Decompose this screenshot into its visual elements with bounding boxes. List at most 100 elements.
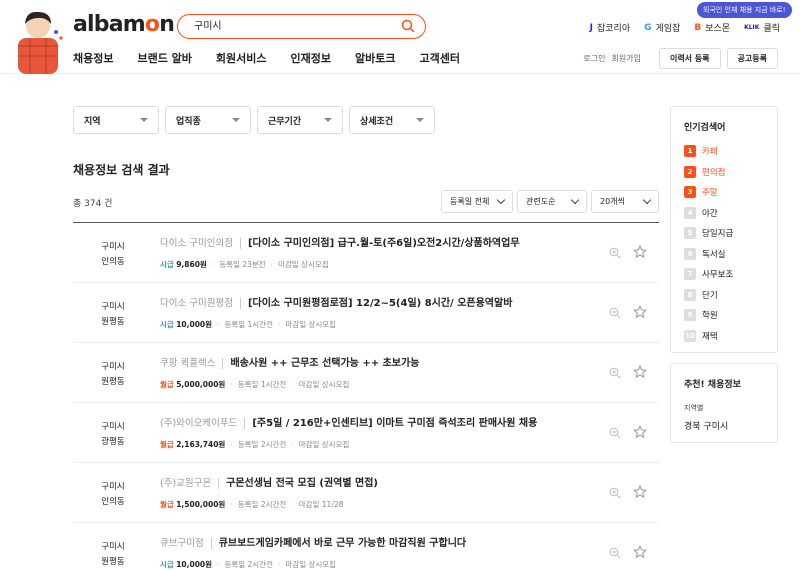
main-nav: 채용정보 브랜드 알바 회원서비스 인재정보 알바토크 고객센터 bbox=[73, 50, 484, 66]
search-icon[interactable] bbox=[401, 19, 415, 33]
popular-keyword[interactable]: 9 학원 bbox=[684, 309, 718, 321]
keyword-label: 당일지급 bbox=[702, 229, 734, 239]
partner-klik[interactable]: KLIK 클릭 bbox=[744, 21, 780, 34]
deadline: 마감일 상시모집 bbox=[298, 440, 350, 449]
partner-bossmon[interactable]: B 보스몬 bbox=[694, 21, 730, 35]
chevron-down-icon bbox=[570, 195, 580, 205]
rank-badge: 6 bbox=[684, 247, 696, 260]
sort-date-select[interactable]: 등록일 전체 bbox=[441, 190, 513, 213]
job-row[interactable]: 구미시 원평동 다이소 구미원평점 [다이소 구미원평점로점] 12/2~5(4일… bbox=[73, 283, 659, 343]
header: albamon 채용정보 브랜드 알바 회원서비스 인재정보 알바토크 고객센터… bbox=[0, 0, 800, 74]
signup-link[interactable]: 회원가입 bbox=[612, 53, 641, 64]
zoom-preview-icon[interactable] bbox=[609, 367, 621, 379]
job-company[interactable]: (주)와이오케이푸드 bbox=[160, 418, 246, 429]
nav-jobs[interactable]: 채용정보 bbox=[73, 50, 113, 66]
partner-jobkorea[interactable]: J 잡코리아 bbox=[589, 21, 630, 35]
zoom-preview-icon[interactable] bbox=[609, 307, 621, 319]
filter-period[interactable]: 근무기간 bbox=[257, 106, 343, 134]
keyword-label: 카페 bbox=[702, 147, 718, 157]
popular-keyword[interactable]: 10 재택 bbox=[684, 329, 718, 342]
promo-badge[interactable]: 외국인 인재 채용 지금 바로! bbox=[697, 2, 792, 18]
page-size-select[interactable]: 20개씩 bbox=[591, 190, 659, 213]
recommend-title: 추천! 채용정보 bbox=[684, 380, 741, 390]
filter-detail[interactable]: 상세조건 bbox=[349, 106, 435, 134]
job-row[interactable]: 구미시 원평동 쿠팡 퀵플렉스 배송사원 ++ 근무조 선택가능 ++ 초보가능 … bbox=[73, 343, 659, 403]
job-company[interactable]: 다이소 구미원평점 bbox=[160, 298, 241, 309]
job-row[interactable]: 구미시 인의동 (주)교원구몬 구몬선생님 전국 모집 (권역별 면접) 월급 1… bbox=[73, 463, 659, 523]
filter-industry[interactable]: 업직종 bbox=[165, 106, 251, 134]
resume-register-button[interactable]: 이력서 등록 bbox=[658, 48, 721, 69]
pay-amount: 5,000,000원 bbox=[176, 380, 226, 389]
job-meta: 시급 10,000원 · 등록일 1시간전 · 마감일 상시모집 bbox=[160, 320, 337, 329]
sort-controls: 등록일 전체 관련도순 20개씩 bbox=[441, 190, 659, 213]
nav-member[interactable]: 회원서비스 bbox=[216, 50, 267, 66]
job-company[interactable]: (주)교원구몬 bbox=[160, 478, 220, 489]
job-title[interactable]: 큐브보드게임카페에서 바로 근무 가능한 마감직원 구합니다 bbox=[219, 538, 466, 549]
job-meta: 월급 5,000,000원 · 등록일 1시간전 · 마감일 상시모집 bbox=[160, 380, 350, 389]
keyword-label: 편의점 bbox=[702, 167, 726, 178]
popular-keyword[interactable]: 5 당일지급 bbox=[684, 227, 733, 239]
popular-keyword[interactable]: 6 독서실 bbox=[684, 247, 725, 260]
rank-badge: 5 bbox=[684, 227, 696, 239]
jobkorea-icon: J bbox=[589, 22, 593, 33]
caret-down-icon bbox=[140, 118, 148, 122]
job-row[interactable]: 구미시 인의동 다이소 구미인의점 [다이소 구미인의점] 급구.월-토(주6일)… bbox=[73, 223, 659, 283]
nav-talk[interactable]: 알바토크 bbox=[355, 50, 395, 66]
star-icon[interactable] bbox=[633, 365, 647, 379]
popular-keyword[interactable]: 8 단기 bbox=[684, 288, 718, 301]
job-company[interactable]: 다이소 구미인의점 bbox=[160, 238, 241, 249]
zoom-preview-icon[interactable] bbox=[609, 487, 621, 499]
nav-brand[interactable]: 브랜드 알바 bbox=[137, 50, 191, 66]
popular-keyword[interactable]: 2 편의점 bbox=[684, 165, 726, 178]
nav-talent[interactable]: 인재정보 bbox=[291, 50, 331, 66]
filter-region[interactable]: 지역 bbox=[73, 106, 159, 134]
star-icon[interactable] bbox=[633, 485, 647, 499]
post-job-button[interactable]: 공고등록 bbox=[726, 48, 778, 69]
job-location: 구미시 원평동 bbox=[101, 362, 125, 387]
keyword-label: 단기 bbox=[702, 290, 718, 301]
chevron-down-icon bbox=[642, 195, 652, 205]
star-icon[interactable] bbox=[633, 545, 647, 559]
deadline: 마감일 상시모집 bbox=[298, 380, 350, 389]
job-company[interactable]: 큐브구미점 bbox=[160, 538, 212, 549]
job-title[interactable]: 구몬선생님 전국 모집 (권역별 면접) bbox=[226, 478, 378, 489]
mascot-illustration bbox=[18, 11, 63, 74]
posted-time: 등록일 2시간전 bbox=[237, 500, 287, 509]
star-icon[interactable] bbox=[633, 245, 647, 259]
popular-keyword[interactable]: 7 사무보조 bbox=[684, 268, 733, 280]
albamon-logo[interactable]: albamon bbox=[73, 12, 175, 37]
job-company[interactable]: 쿠팡 퀵플렉스 bbox=[160, 358, 224, 369]
job-title[interactable]: [다이소 구미원평점로점] 12/2~5(4일) 8시간/ 오픈용역알바 bbox=[248, 298, 512, 309]
zoom-preview-icon[interactable] bbox=[609, 547, 621, 559]
nav-support[interactable]: 고객센터 bbox=[420, 50, 460, 66]
job-row[interactable]: 구미시 원평동 큐브구미점 큐브보드게임카페에서 바로 근무 가능한 마감직원 구… bbox=[73, 523, 659, 570]
recommend-region-link[interactable]: 경북 구미시 bbox=[684, 419, 728, 432]
job-location: 구미시 인의동 bbox=[101, 482, 125, 507]
pay-type: 시급 bbox=[160, 560, 174, 569]
job-row[interactable]: 구미시 광평동 (주)와이오케이푸드 [주5일 / 216만+인센티브] 이마트 … bbox=[73, 403, 659, 463]
popular-keyword[interactable]: 4 야간 bbox=[684, 206, 718, 219]
user-utilities: 로그인 회원가입 이력서 등록 공고등록 bbox=[583, 48, 778, 69]
rank-badge: 2 bbox=[684, 165, 696, 178]
search-input[interactable] bbox=[194, 19, 384, 30]
login-link[interactable]: 로그인 bbox=[583, 53, 605, 64]
rank-badge: 4 bbox=[684, 206, 696, 219]
posted-time: 등록일 1시간전 bbox=[224, 320, 273, 329]
popular-keyword[interactable]: 1 카페 bbox=[684, 145, 718, 157]
pay-amount: 2,163,740원 bbox=[176, 440, 226, 449]
popular-keywords: 인기검색어 1 카페 2 편의점 3 주말 4 야간 5 당일지급 6 독서실 7 사무보조 8 단기 9 학원 1… bbox=[670, 106, 778, 353]
zoom-preview-icon[interactable] bbox=[609, 247, 621, 259]
star-icon[interactable] bbox=[633, 425, 647, 439]
klik-icon: KLIK bbox=[744, 24, 760, 31]
job-title[interactable]: [다이소 구미인의점] 급구.월-토(주6일)오전2시간/상품하역업무 bbox=[248, 238, 520, 249]
popular-keyword[interactable]: 3 주말 bbox=[684, 186, 718, 198]
posted-time: 등록일 23분전 bbox=[219, 260, 266, 269]
job-title[interactable]: [주5일 / 216만+인센티브] 이마트 구미점 즉석조리 판매사원 채용 bbox=[252, 418, 537, 429]
result-count: 총 374 건 bbox=[73, 199, 113, 209]
partner-gamejob[interactable]: G 게임잡 bbox=[644, 21, 680, 35]
star-icon[interactable] bbox=[633, 305, 647, 319]
rank-badge: 8 bbox=[684, 288, 696, 301]
job-title[interactable]: 배송사원 ++ 근무조 선택가능 ++ 초보가능 bbox=[230, 358, 419, 369]
sort-order-select[interactable]: 관련도순 bbox=[517, 190, 587, 213]
zoom-preview-icon[interactable] bbox=[609, 427, 621, 439]
